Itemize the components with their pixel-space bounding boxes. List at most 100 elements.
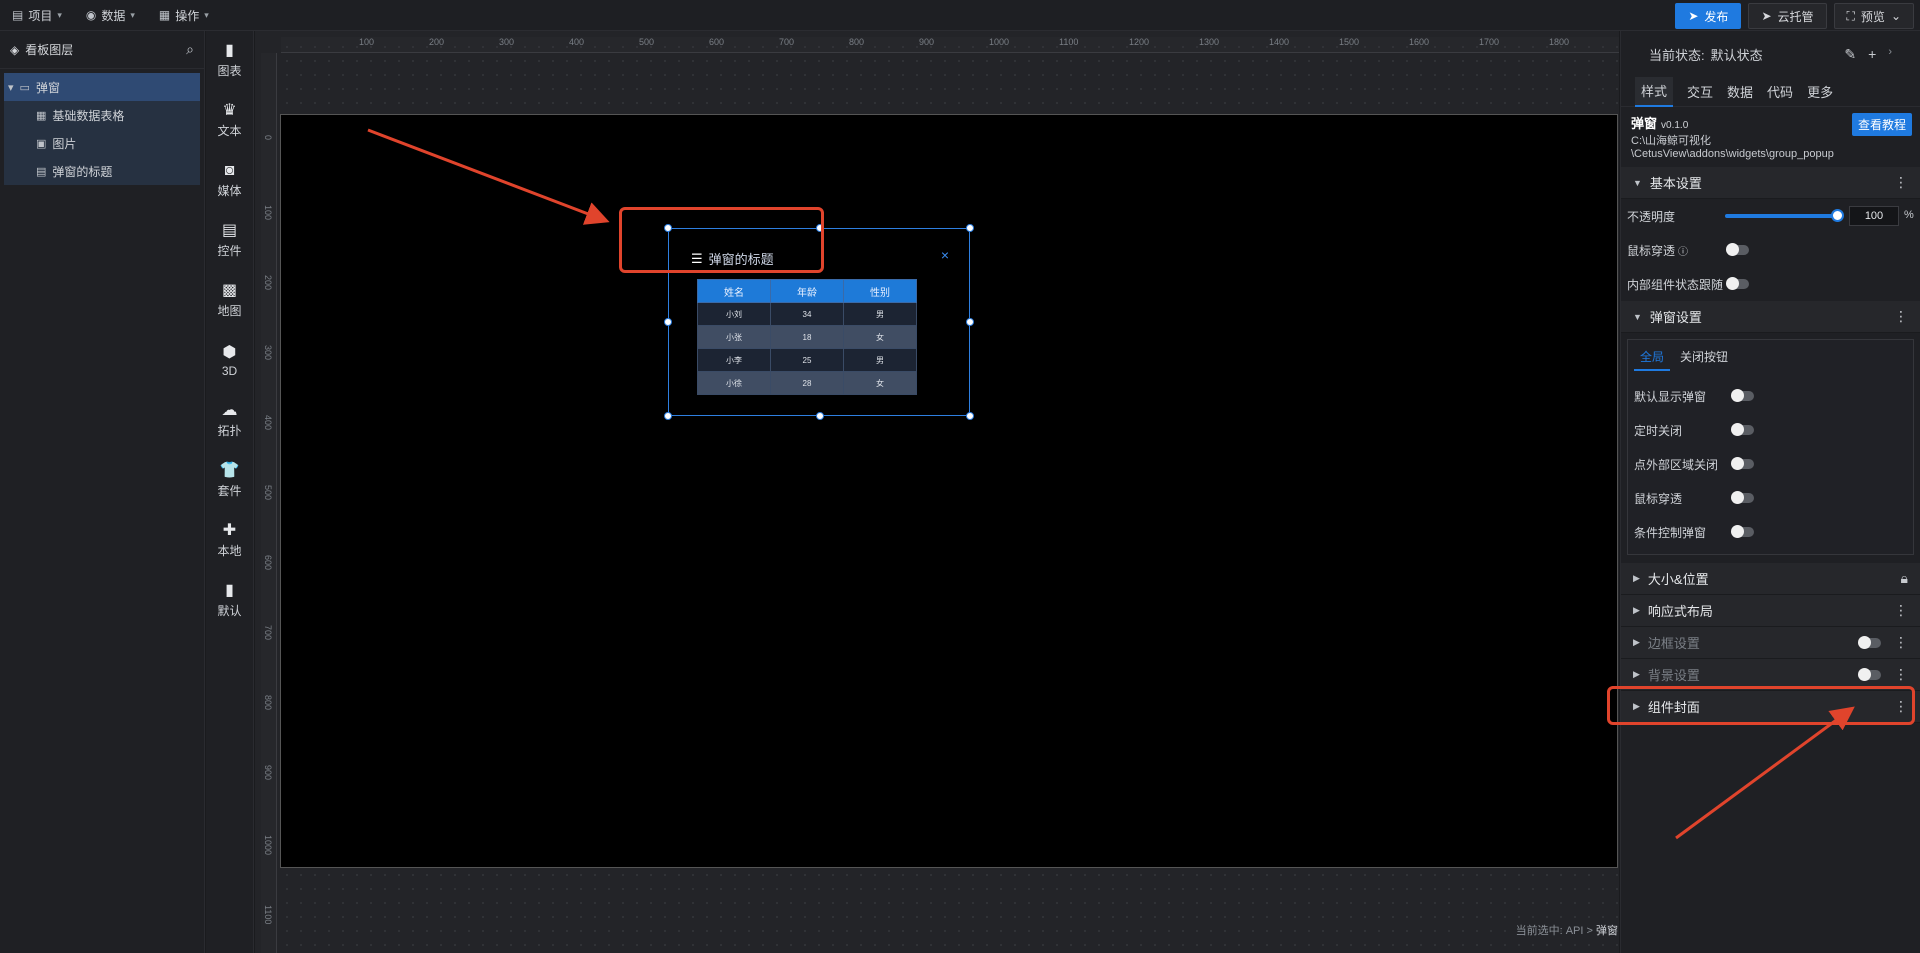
mouse-through-row: 鼠标穿透 ⓘ [1621,233,1920,267]
chart-icon: ▮ [225,42,234,59]
comp-label: 拓扑 [217,424,242,438]
inner-follow-toggle[interactable] [1726,277,1749,290]
resize-handle[interactable] [664,318,672,326]
ruler-tick: 800 [263,695,273,711]
more-vertical-icon[interactable]: ⋮ [1894,634,1908,651]
comp-default[interactable]: ▮ 默认 [206,571,253,631]
subtab-close-button[interactable]: 关闭按钮 [1680,348,1728,371]
text-icon: ♛ [222,102,237,119]
view-tutorial-button[interactable]: 查看教程 [1851,113,1912,136]
mouse-through-toggle[interactable] [1726,243,1749,256]
option-label: 点外部区域关闭 [1634,457,1719,472]
table-cell: 34 [770,302,844,326]
resize-handle[interactable] [816,412,824,420]
component-version: v0.1.0 [1661,120,1689,131]
help-icon[interactable]: ⓘ [1678,243,1688,258]
state-value[interactable]: 默认状态 [1711,45,1763,64]
opacity-input[interactable]: 100 [1849,206,1899,226]
component-path: C:\山海鲸可视化 \CetusView\addons\widgets\grou… [1631,135,1910,161]
tab-code[interactable]: 代码 [1767,77,1793,107]
close-icon[interactable]: × [941,247,949,263]
menu-data[interactable]: ◉ 数据 ▾ [74,0,147,31]
more-vertical-icon[interactable]: ⋮ [1894,602,1908,619]
tab-style[interactable]: 样式 [1635,76,1674,107]
comp-control[interactable]: ▤ 控件 [206,211,253,271]
tab-more[interactable]: 更多 [1807,77,1833,107]
popup-layer-icon: ▭ [19,81,30,94]
opacity-slider[interactable] [1725,214,1835,218]
resize-handle[interactable] [664,412,672,420]
comp-topology[interactable]: ☁ 拓扑 [206,391,253,451]
preview-button[interactable]: ⛶ 预览 ⌄ [1833,3,1914,29]
table-cell: 18 [770,325,844,349]
status-prefix: 当前选中: API > [1515,925,1593,937]
comp-label: 3D [221,363,238,378]
section-basic-settings[interactable]: ▼ 基本设置 ⋮ [1621,167,1920,199]
component-info: 弹窗 v0.1.0 C:\山海鲸可视化 \CetusView\addons\wid… [1621,107,1920,167]
comp-3d[interactable]: ⬢ 3D [206,331,253,391]
layer-item-image[interactable]: ▣ 图片 [4,129,200,157]
highlight-box-popup-title [619,207,824,273]
comp-media[interactable]: ◙ 媒体 [206,151,253,211]
resize-handle[interactable] [966,318,974,326]
table-header-cell: 性别 [843,279,917,303]
menu-project[interactable]: ▤ 项目 ▾ [0,0,74,31]
document-icon: ▤ [12,8,24,22]
comp-kit[interactable]: 👕 套件 [206,451,253,511]
comp-text[interactable]: ♛ 文本 [206,91,253,151]
highlight-box-background-settings [1607,686,1915,725]
section-title: 大小&位置 [1647,572,1709,587]
cloud-hosting-button[interactable]: ➤ 云托管 [1748,3,1827,29]
more-vertical-icon[interactable]: ⋮ [1894,666,1908,683]
ruler-tick: 100 [263,205,273,221]
media-icon: ◙ [224,162,235,179]
plus-icon[interactable]: + [1868,46,1876,63]
fullscreen-icon: ⛶ [1846,8,1855,23]
layer-item-table[interactable]: ▦ 基础数据表格 [4,101,200,129]
caret-down-icon: ▼ [1633,177,1642,188]
tab-interaction[interactable]: 交互 [1687,77,1713,107]
chevron-right-icon[interactable]: › [1888,46,1892,63]
comp-label: 控件 [217,244,242,258]
edit-icon[interactable]: ✎ [1844,46,1856,63]
comp-map[interactable]: ▩ 地图 [206,271,253,331]
lock-icon[interactable]: 🔒︎ [1901,570,1908,587]
resize-handle[interactable] [966,224,974,232]
section-size-position[interactable]: ▶ 大小&位置 🔒︎ [1621,563,1920,595]
popup-mouse-through-toggle[interactable] [1731,491,1754,504]
caret-down-icon[interactable]: ▾ [8,81,14,94]
border-toggle[interactable] [1858,636,1881,649]
ruler-left[interactable]: 0 100 200 300 400 500 600 700 800 900 1000 1100 [261,53,277,953]
comp-local[interactable]: ✚ 本地 [206,511,253,571]
section-popup-settings[interactable]: ▼ 弹窗设置 ⋮ [1621,301,1920,333]
comp-chart[interactable]: ▮ 图表 [206,31,253,91]
menu-operation[interactable]: ▦ 操作 ▾ [147,0,221,31]
resize-handle[interactable] [966,412,974,420]
subtab-global[interactable]: 全局 [1634,348,1671,371]
tab-data[interactable]: 数据 [1727,77,1753,107]
section-border-settings[interactable]: ▶ 边框设置 ⋮ [1621,627,1920,659]
map-icon: ▩ [221,282,238,299]
more-vertical-icon[interactable]: ⋮ [1894,308,1908,325]
mouse-through-label: 鼠标穿透 [1627,243,1676,258]
search-icon[interactable]: ⌕ [186,41,194,58]
opacity-slider-handle[interactable] [1831,209,1844,222]
layer-item-popup-title[interactable]: ▤ 弹窗的标题 [4,157,200,185]
section-title: 背景设置 [1647,668,1700,683]
timed-close-toggle[interactable] [1731,423,1754,436]
publish-button[interactable]: ➤ 发布 [1675,3,1742,29]
background-toggle[interactable] [1858,668,1881,681]
top-bar: ▤ 项目 ▾ ◉ 数据 ▾ ▦ 操作 ▾ ➤ 发布 ➤ 云托管 ⛶ 预览 ⌄ [0,0,1920,31]
opacity-label: 不透明度 [1627,209,1676,224]
outside-close-toggle[interactable] [1731,457,1754,470]
kit-icon: 👕 [219,462,240,479]
layer-item-popup[interactable]: ▾ ▭ 弹窗 [4,73,200,101]
state-row: 当前状态: 默认状态 ✎ + › [1621,31,1920,77]
more-vertical-icon[interactable]: ⋮ [1894,174,1908,191]
popup-option-row: 定时关闭 [1628,413,1913,447]
default-show-toggle[interactable] [1731,389,1754,402]
layers-header: ◈ 看板图层 ⌕ [0,31,204,69]
condition-control-toggle[interactable] [1731,525,1754,538]
option-label: 鼠标穿透 [1634,491,1683,506]
section-responsive-layout[interactable]: ▶ 响应式布局 ⋮ [1621,595,1920,627]
